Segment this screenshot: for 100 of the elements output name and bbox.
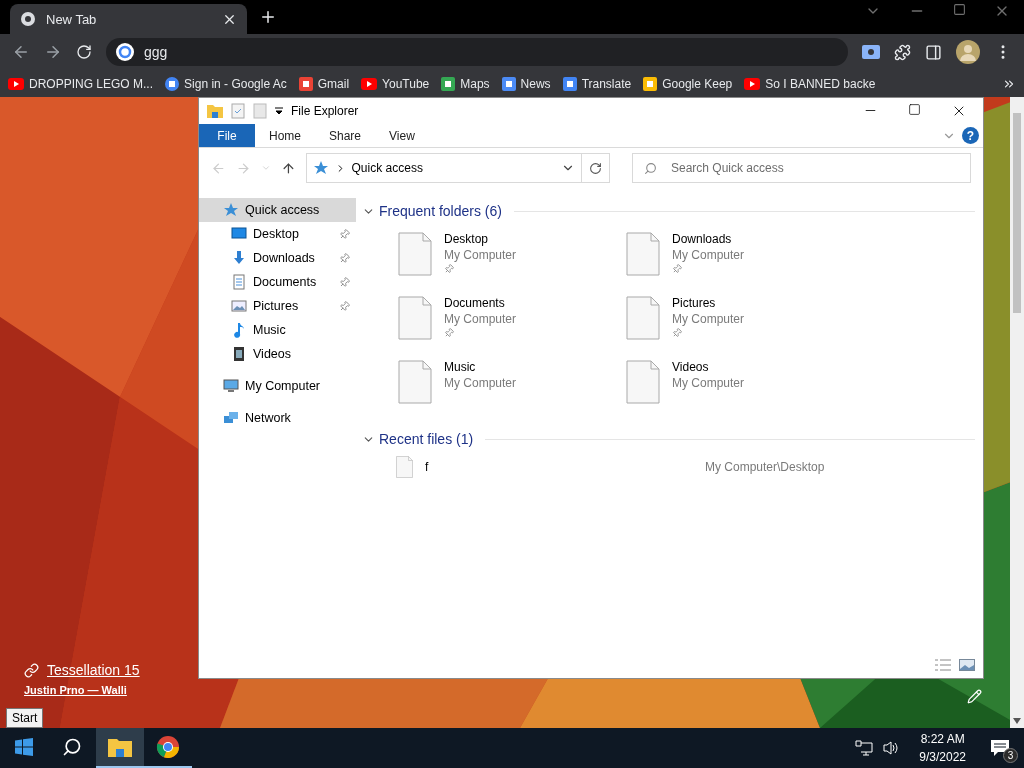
side-panel-icon[interactable] [925,43,942,61]
notification-count: 3 [1003,748,1018,763]
bookmark[interactable]: News [501,76,551,91]
nav-item[interactable]: Music [199,318,356,342]
folder-tile[interactable]: Desktop My Computer [398,232,626,282]
folder-tile[interactable]: Documents My Computer [398,296,626,346]
document-icon [231,274,247,290]
bookmark[interactable]: YouTube [361,76,430,91]
avatar-icon[interactable] [956,40,980,64]
address-text: ggg [144,44,168,60]
bookmark[interactable]: Maps [441,76,490,91]
section-title[interactable]: Recent files (1) [379,431,474,447]
bookmark[interactable]: Translate [562,76,632,91]
favicon-icon [501,76,516,91]
file-icon [626,360,660,404]
link-icon [24,662,39,678]
nav-item[interactable]: My Computer [199,374,356,398]
search-icon [62,737,82,757]
file-icon [398,232,432,276]
folder-location: My Computer [444,312,517,326]
nav-item[interactable]: Videos [199,342,356,366]
folder-tile[interactable]: Pictures My Computer [626,296,854,346]
video-play-icon [361,77,378,90]
dropdown-icon[interactable] [275,107,283,115]
computer-icon [223,378,239,394]
nav-item[interactable]: Pictures [199,294,356,318]
new-tab-icon[interactable] [259,8,277,26]
film-icon [231,346,247,362]
ribbon-tab[interactable]: File [199,124,255,147]
notifications-icon[interactable] [990,739,1010,757]
video-play-icon [744,77,761,90]
browser-tab[interactable]: New Tab [10,4,247,34]
favicon-icon [298,76,313,91]
windows-logo-icon [15,738,33,756]
refresh-icon[interactable] [588,161,602,175]
file-icon [398,296,432,340]
help-button[interactable]: ? [962,127,979,144]
large-icons-view-icon[interactable] [959,659,975,671]
nav-item[interactable]: Network [199,406,356,430]
maximize-icon[interactable] [908,103,921,116]
folder-name: Downloads [672,232,733,246]
folder-name: Documents [444,296,506,310]
nav-item[interactable]: Quick access [199,198,356,222]
monitor-icon [231,226,247,242]
clock[interactable]: 8:22 AM 9/3/2022 [909,732,976,764]
folder-location: My Computer [672,312,745,326]
folder-tile[interactable]: Videos My Computer [626,360,854,410]
up-icon[interactable] [280,160,296,176]
network-icon [223,410,239,426]
cast-icon[interactable] [862,45,880,59]
file-location: My Computer\Desktop [705,460,825,474]
star-icon [312,160,329,176]
nav-item[interactable]: Documents [199,270,356,294]
bookmark[interactable]: So I BANNED backe [744,76,876,91]
ribbon-tab[interactable]: Home [255,124,315,147]
author-link[interactable]: Justin Prno — Walli [24,684,140,696]
ribbon-tab[interactable]: Share [315,124,376,147]
edit-icon[interactable] [967,689,982,704]
chrome-logo-icon [156,735,180,759]
favicon-icon [165,76,180,91]
address-bar[interactable]: ggg [106,38,848,66]
star-icon [223,202,239,218]
down-arrow-icon [231,250,247,266]
folder-name: Pictures [672,296,717,310]
image-icon [231,298,247,314]
folder-tile[interactable]: Downloads My Computer [626,232,854,282]
favicon-icon [441,76,456,91]
extensions-icon[interactable] [894,43,911,61]
note-icon [643,76,658,91]
address-field[interactable]: Quick access [305,153,610,183]
wallpaper-title-link[interactable]: Tessellation 15 [24,662,140,678]
file-icon [396,456,413,478]
file-icon [398,360,432,404]
folder-icon [108,737,132,757]
taskbar-button[interactable] [96,728,144,768]
file-icon [626,296,660,340]
folder-tile[interactable]: Music My Computer [398,360,626,410]
file-name: f [425,460,430,474]
reload-icon[interactable] [76,44,92,60]
scrollbar-thumb[interactable] [1013,113,1021,313]
restore-icon[interactable] [953,3,966,16]
forward-icon[interactable] [44,43,62,61]
speaker-icon[interactable] [883,740,900,756]
nav-item[interactable]: Downloads [199,246,356,270]
folder-name: Videos [672,360,710,374]
file-row[interactable]: f My Computer\Desktop [362,452,975,482]
nav-item[interactable]: Desktop [199,222,356,246]
back-icon[interactable] [12,43,30,61]
network-icon[interactable] [855,740,874,756]
bookmark[interactable]: Sign in - Google Ac [165,76,287,91]
search-field[interactable]: Search Quick access [631,153,971,183]
folder-icon [207,104,223,118]
bookmark[interactable]: Gmail [298,76,350,91]
bookmark[interactable]: Google Keep [643,76,733,91]
section-title[interactable]: Frequent folders (6) [379,203,502,219]
ribbon-tab[interactable]: View [375,124,429,147]
scroll-down-icon[interactable] [1013,718,1021,724]
folder-location: My Computer [672,376,745,390]
bookmark[interactable]: DROPPING LEGO M... [8,76,154,91]
folder-location: My Computer [444,376,517,390]
